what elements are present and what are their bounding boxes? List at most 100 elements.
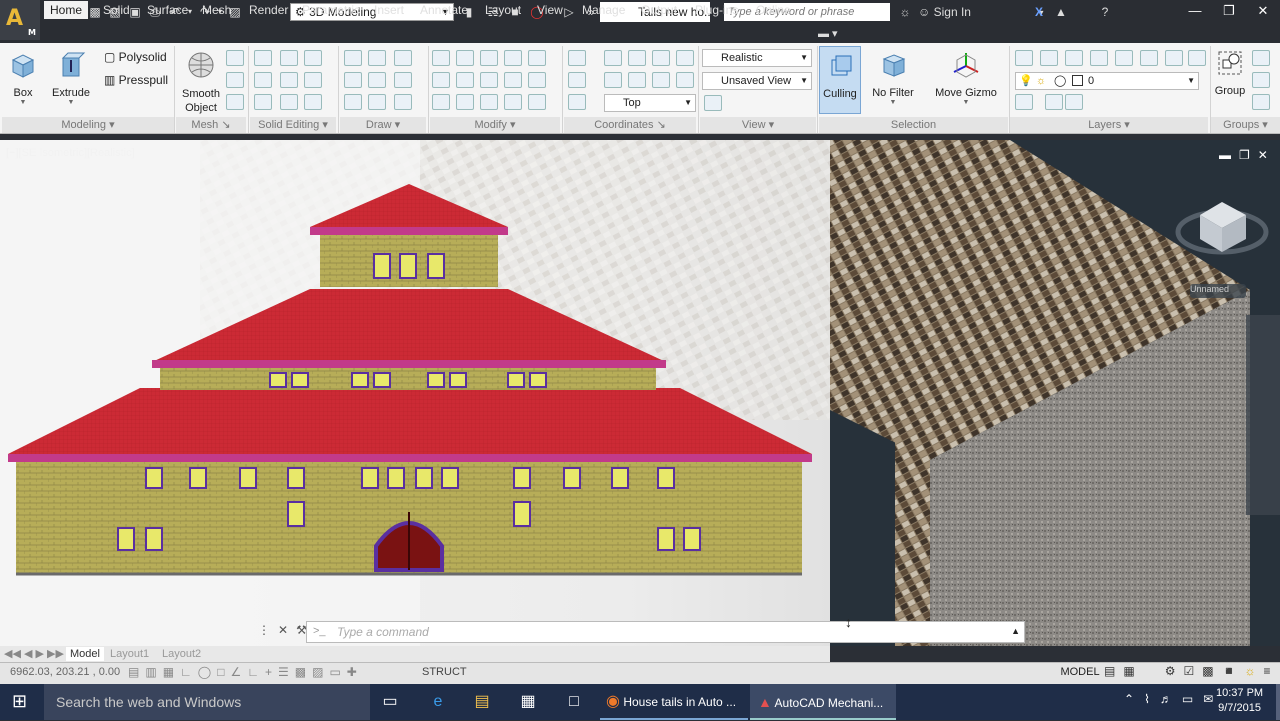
polyline-icon[interactable] bbox=[368, 50, 386, 66]
isolate-objects-icon[interactable]: ☼ bbox=[1245, 664, 1256, 678]
sc-icon[interactable]: ▭ bbox=[329, 665, 340, 679]
polygon-icon[interactable] bbox=[344, 94, 362, 110]
view-direction-select[interactable]: Top ▼ bbox=[604, 94, 696, 112]
layer-walk-icon[interactable] bbox=[1188, 50, 1206, 66]
ungroup-icon[interactable] bbox=[1252, 50, 1270, 66]
wifi-icon[interactable]: ⌇ bbox=[1144, 692, 1150, 706]
ucs-y-icon[interactable] bbox=[652, 50, 670, 66]
spline-icon[interactable] bbox=[344, 72, 362, 88]
panel-title-layers[interactable]: Layers ▾ bbox=[1010, 117, 1208, 133]
stretch-icon[interactable] bbox=[480, 94, 498, 110]
ucs-x-icon[interactable] bbox=[628, 50, 646, 66]
layer-iso-icon[interactable] bbox=[1040, 50, 1058, 66]
otrack-icon[interactable]: ∠ bbox=[230, 665, 241, 679]
slice-icon[interactable] bbox=[280, 50, 298, 66]
quick-view-drawings-icon[interactable]: ▦ bbox=[1123, 664, 1134, 678]
close-icon[interactable]: ✕ bbox=[278, 623, 288, 643]
command-history-icon[interactable]: ▲ bbox=[1011, 626, 1020, 636]
copy-icon[interactable] bbox=[504, 72, 522, 88]
struct-toggle[interactable]: STRUCT bbox=[422, 666, 467, 678]
model-space-button[interactable]: MODEL bbox=[1060, 664, 1100, 681]
help-search-input[interactable]: Type a keyword or phrase bbox=[724, 3, 890, 21]
taskbar-autocad-task[interactable]: ▲ AutoCAD Mechani... bbox=[750, 684, 896, 720]
mesh-tool-icon[interactable] bbox=[226, 50, 244, 66]
viewport-minimize-icon[interactable]: ▬ bbox=[1219, 148, 1231, 162]
panel-title-selection[interactable]: Selection bbox=[819, 117, 1008, 133]
group-edit-icon[interactable] bbox=[1252, 72, 1270, 88]
tab-mesh[interactable]: Mesh bbox=[196, 1, 237, 19]
ucs-face-icon[interactable] bbox=[676, 72, 694, 88]
3d-move-icon[interactable] bbox=[480, 50, 498, 66]
panel-title-coordinates[interactable]: Coordinates ↘ bbox=[564, 117, 696, 133]
tab-model[interactable]: Model bbox=[66, 647, 104, 661]
polysolid-button[interactable]: ▢ Polysolid bbox=[104, 50, 167, 64]
panel-title-mesh[interactable]: Mesh ↘ bbox=[176, 117, 246, 133]
viewport-restore-icon[interactable]: ❐ bbox=[1239, 148, 1250, 162]
extract-edges-icon[interactable] bbox=[304, 50, 322, 66]
ortho-icon[interactable]: ∟ bbox=[180, 665, 192, 679]
fillet-icon[interactable] bbox=[432, 50, 450, 66]
grip-icon[interactable]: ⋮ bbox=[258, 623, 270, 643]
network-icon[interactable]: ▭ bbox=[1182, 692, 1193, 706]
layer-unisolate-icon[interactable] bbox=[1065, 50, 1083, 66]
interfere-icon[interactable] bbox=[280, 72, 298, 88]
taskbar-firefox-task[interactable]: ◉ House tails in Auto ... bbox=[600, 684, 748, 720]
mesh-refine-icon[interactable] bbox=[226, 94, 244, 110]
sign-in-button[interactable]: ☺ Sign In ▼ bbox=[918, 3, 1045, 22]
tab-online[interactable]: Online bbox=[750, 1, 797, 19]
erase-icon[interactable] bbox=[432, 94, 450, 110]
osnap-icon[interactable]: □ bbox=[217, 665, 224, 679]
viewport-config-icon[interactable] bbox=[704, 95, 722, 111]
qp-icon[interactable]: ▨ bbox=[312, 665, 323, 679]
task-view-icon[interactable]: ▭ bbox=[378, 690, 402, 714]
panel-title-view[interactable]: View ▾ bbox=[700, 117, 816, 133]
3d-rotate-icon[interactable] bbox=[456, 50, 474, 66]
separate-icon[interactable] bbox=[304, 94, 322, 110]
union-icon[interactable] bbox=[254, 50, 272, 66]
edge-browser-icon[interactable]: e bbox=[426, 690, 450, 714]
show-desktop-button[interactable] bbox=[1276, 684, 1280, 720]
maximize-icon[interactable]: ❐ bbox=[1212, 0, 1246, 22]
ucs-world-icon[interactable] bbox=[604, 50, 622, 66]
move-gizmo-button[interactable]: Move Gizmo ▼ bbox=[930, 50, 1002, 106]
layer-properties-icon[interactable] bbox=[1015, 50, 1033, 66]
panel-title-modify[interactable]: Modify ▾ bbox=[430, 117, 560, 133]
infer-icon[interactable]: ▤ bbox=[128, 665, 139, 679]
store-icon[interactable]: ▦ bbox=[516, 690, 540, 714]
close-icon[interactable]: ✕ bbox=[1246, 0, 1280, 22]
polar-icon[interactable]: ◯ bbox=[198, 665, 211, 679]
dyn-icon[interactable]: + bbox=[265, 665, 272, 679]
drawing-viewport[interactable] bbox=[0, 140, 1280, 646]
circle-icon[interactable] bbox=[394, 72, 412, 88]
application-menu-button[interactable]: A M bbox=[0, 0, 40, 40]
3d-array-icon[interactable] bbox=[432, 72, 450, 88]
rectangle-icon[interactable] bbox=[368, 94, 386, 110]
minimize-icon[interactable]: — bbox=[1178, 0, 1212, 22]
tab-layout1[interactable]: Layout1 bbox=[110, 647, 149, 661]
layer-lock-icon[interactable] bbox=[1140, 50, 1158, 66]
culling-button[interactable]: Culling bbox=[819, 46, 861, 114]
tab-layout2[interactable]: Layout2 bbox=[162, 647, 201, 661]
panel-title-solid-editing[interactable]: Solid Editing ▾ bbox=[250, 117, 336, 133]
tab-output[interactable]: Output bbox=[635, 1, 683, 19]
scale-icon[interactable] bbox=[456, 94, 474, 110]
panel-title-groups[interactable]: Groups ▾ bbox=[1211, 117, 1280, 133]
ucs-named-icon[interactable] bbox=[568, 94, 586, 110]
viewport-close-icon[interactable]: ✕ bbox=[1258, 148, 1268, 162]
coordinates-readout[interactable]: 6962.03, 203.21 , 0.00 bbox=[10, 666, 120, 678]
taskbar-clock[interactable]: 10:37 PM 9/7/2015 bbox=[1216, 686, 1263, 716]
tab-render[interactable]: Render bbox=[243, 1, 294, 19]
tab-plug-ins[interactable]: Plug-ins bbox=[689, 1, 744, 19]
extrude-faces-icon[interactable] bbox=[304, 72, 322, 88]
ucs-view-icon[interactable] bbox=[628, 72, 646, 88]
exchange-icon[interactable]: X bbox=[1030, 3, 1048, 21]
tab-home[interactable]: Home bbox=[44, 1, 89, 19]
layer-select[interactable]: 💡 ☼ ◯ 0 ▼ bbox=[1015, 72, 1199, 90]
ucs-z-icon[interactable] bbox=[676, 50, 694, 66]
am-icon[interactable]: ✚ bbox=[347, 665, 357, 679]
group-select-icon[interactable] bbox=[1252, 94, 1270, 110]
navigation-bar[interactable] bbox=[1246, 315, 1280, 515]
file-explorer-icon[interactable]: ▤ bbox=[470, 690, 494, 714]
layer-current-icon[interactable] bbox=[1065, 94, 1083, 110]
ribbon-minimize-toggle[interactable]: ▬ ▾ bbox=[818, 27, 838, 40]
